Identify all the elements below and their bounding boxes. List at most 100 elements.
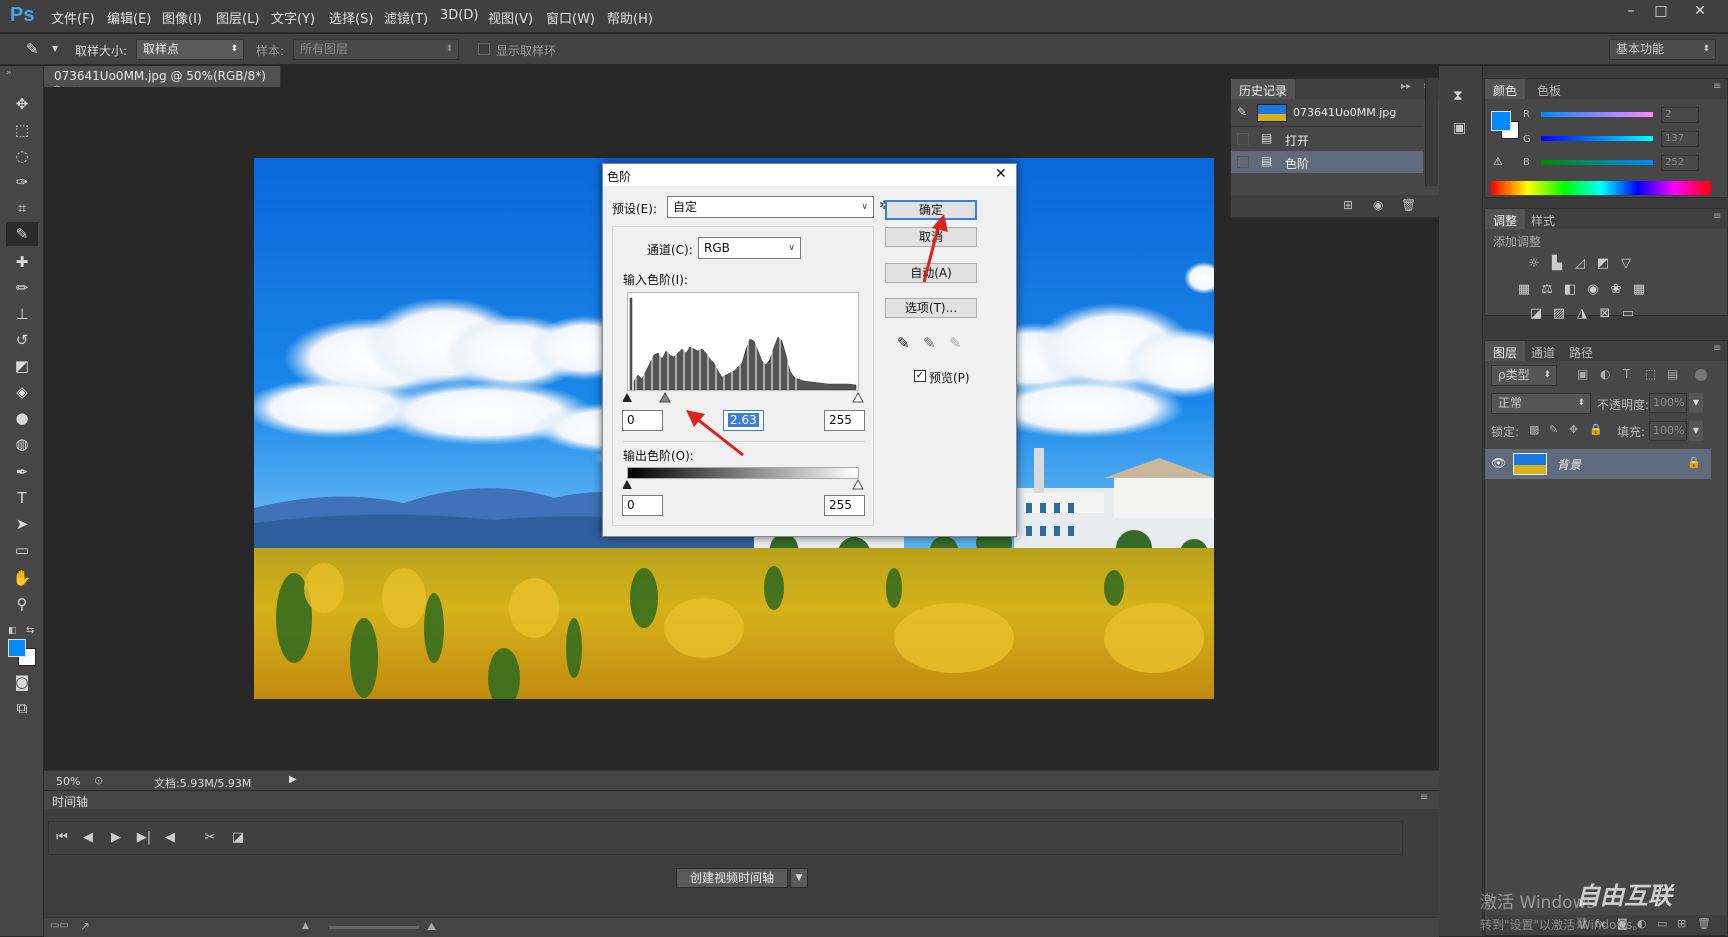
history-snapshot[interactable]: ✎ 073641Uo0MM.jpg [1231, 101, 1423, 125]
lasso-tool-icon[interactable]: ◌ [6, 144, 38, 168]
new-document-icon[interactable]: ⊞ [1343, 198, 1353, 212]
trash-icon[interactable]: 🗑 [1401, 198, 1416, 212]
menu-edit[interactable]: 编辑(E) [107, 8, 151, 27]
foreground-color-swatch[interactable] [1491, 111, 1511, 131]
menu-type[interactable]: 文字(Y) [271, 8, 315, 27]
type-tool-icon[interactable]: T [6, 486, 38, 510]
history-brush-tool-icon[interactable]: ↺ [6, 328, 38, 352]
default-colors-icon[interactable]: ◧ [8, 626, 17, 636]
previous-frame-icon[interactable]: ◀ [79, 829, 97, 847]
opacity-field[interactable]: 100% [1649, 393, 1687, 413]
history-item[interactable]: ▤ 打开 [1231, 128, 1423, 150]
history-item-selected[interactable]: ▤ 色阶 [1231, 151, 1423, 173]
channel-b-value[interactable]: 252 [1661, 155, 1699, 171]
tab-swatches[interactable]: 色板 [1529, 79, 1569, 99]
workspace-select[interactable]: 基本功能 ⬍ [1609, 39, 1716, 60]
gradient-map-icon[interactable]: ▭ [1619, 305, 1637, 323]
properties-panel-icon[interactable]: ▣ [1453, 120, 1466, 136]
panel-menu-icon[interactable]: ≡ [1713, 343, 1721, 354]
input-white-slider[interactable] [852, 392, 864, 403]
camera-icon[interactable]: ◉ [1373, 198, 1383, 212]
minimize-icon[interactable]: – [1616, 2, 1646, 22]
zoom-tool-icon[interactable]: ⚲ [6, 592, 38, 616]
channel-mixer-icon[interactable]: ❀ [1607, 281, 1625, 299]
menu-image[interactable]: 图像(I) [162, 8, 202, 27]
lock-all-icon[interactable]: 🔒 [1589, 423, 1603, 436]
visibility-eye-icon[interactable]: 👁 [1491, 456, 1506, 470]
input-sliders[interactable] [623, 392, 865, 406]
timeline-dropdown-icon[interactable]: ▼ [790, 868, 808, 888]
layer-filter-select[interactable]: ρ类型 ⬍ [1491, 365, 1557, 386]
sample-size-select[interactable]: 取样点 ⬍ [136, 39, 244, 60]
play-icon[interactable]: ▶ [107, 829, 125, 847]
zoom-in-icon[interactable]: ⛰ [427, 920, 436, 934]
channel-g-value[interactable]: 137 [1661, 131, 1699, 147]
hand-tool-icon[interactable]: ✋ [6, 566, 38, 590]
tool-preset-chevron-icon[interactable]: ▼ [52, 44, 58, 53]
collapse-icon[interactable]: » [6, 68, 12, 78]
transition-icon[interactable]: ◪ [229, 829, 247, 847]
fill-field[interactable]: 100% [1649, 421, 1687, 441]
channel-r-slider[interactable] [1541, 112, 1653, 117]
menu-select[interactable]: 选择(S) [329, 8, 373, 27]
tab-paths[interactable]: 路径 [1561, 341, 1601, 361]
input-white-field[interactable]: 255 [824, 410, 865, 431]
black-white-icon[interactable]: ◧ [1561, 281, 1579, 299]
expand-icon[interactable]: ▸▸ [1401, 81, 1411, 92]
output-black-field[interactable]: 0 [622, 495, 663, 516]
healing-brush-tool-icon[interactable]: ✚ [6, 250, 38, 274]
crop-tool-icon[interactable]: ⌗ [6, 196, 38, 220]
history-source-box[interactable] [1237, 133, 1249, 145]
swap-colors-icon[interactable]: ⇆ [26, 625, 34, 636]
lock-transparent-icon[interactable]: ▩ [1529, 423, 1539, 436]
frames-icon[interactable]: ▭▭ [50, 920, 69, 931]
tab-channels[interactable]: 通道 [1523, 341, 1563, 361]
close-window-icon[interactable]: ✕ [1680, 2, 1720, 22]
show-ring-checkbox[interactable] [478, 43, 490, 55]
menu-3d[interactable]: 3D(D) [440, 8, 478, 23]
audio-icon[interactable]: ◀ [161, 829, 179, 847]
color-balance-icon[interactable]: ⚖ [1538, 281, 1556, 299]
create-video-timeline-button[interactable]: 创建视频时间轴 [676, 868, 788, 888]
split-icon[interactable]: ✂ [201, 829, 219, 847]
move-tool-icon[interactable]: ✥ [6, 92, 38, 116]
brush-tool-icon[interactable]: ✏ [6, 276, 38, 300]
output-white-field[interactable]: 255 [824, 495, 865, 516]
preview-checkbox[interactable]: ✓ [914, 370, 926, 382]
panel-menu-icon[interactable]: ≡ [1713, 211, 1721, 222]
layer-name[interactable]: 背景 [1557, 456, 1581, 473]
fill-dropdown-icon[interactable]: ▼ [1689, 421, 1703, 441]
tab-history[interactable]: 历史记录 [1231, 79, 1296, 99]
blend-mode-select[interactable]: 正常 ⬍ [1491, 393, 1591, 414]
quick-mask-icon[interactable]: ◙ [6, 670, 38, 694]
vibrance-icon[interactable]: ▽ [1617, 255, 1635, 273]
color-spectrum[interactable] [1491, 181, 1711, 195]
tab-adjustments[interactable]: 调整 [1485, 209, 1526, 229]
output-white-slider[interactable] [852, 479, 864, 490]
input-black-field[interactable]: 0 [622, 410, 663, 431]
panel-menu-icon[interactable]: ≡ [1713, 81, 1721, 92]
threshold-icon[interactable]: ◮ [1573, 305, 1591, 323]
brightness-icon[interactable]: ☼ [1525, 255, 1543, 273]
stamp-tool-icon[interactable]: ⊥ [6, 302, 38, 326]
photo-filter-icon[interactable]: ◉ [1584, 281, 1602, 299]
history-brush-icon[interactable]: ✎ [1237, 105, 1247, 119]
channel-g-slider[interactable] [1541, 136, 1653, 141]
hue-saturation-icon[interactable]: ▦ [1515, 281, 1533, 299]
status-menu-arrow-icon[interactable]: ▶ [289, 774, 297, 785]
cancel-button[interactable]: 取消 [885, 227, 977, 247]
tab-layers[interactable]: 图层 [1485, 341, 1526, 361]
curves-icon[interactable]: ◿ [1571, 255, 1589, 273]
history-panel-icon[interactable]: ⧗ [1453, 88, 1463, 104]
eyedropper-tool-icon[interactable]: ✎ [6, 222, 38, 246]
menu-layer[interactable]: 图层(L) [216, 8, 259, 27]
channel-select[interactable]: RGB ∨ [698, 237, 801, 259]
next-frame-icon[interactable]: ▶| [135, 829, 153, 847]
history-scrollbar[interactable] [1425, 78, 1438, 186]
filter-pixel-icon[interactable]: ▣ [1577, 367, 1588, 381]
menu-view[interactable]: 视图(V) [488, 8, 533, 27]
screen-mode-icon[interactable]: ⧉ [6, 696, 38, 720]
color-lookup-icon[interactable]: ▦ [1630, 281, 1648, 299]
sample-select[interactable]: 所有图层 ⬍ [293, 39, 459, 60]
first-frame-icon[interactable]: ⏮ [53, 829, 71, 847]
